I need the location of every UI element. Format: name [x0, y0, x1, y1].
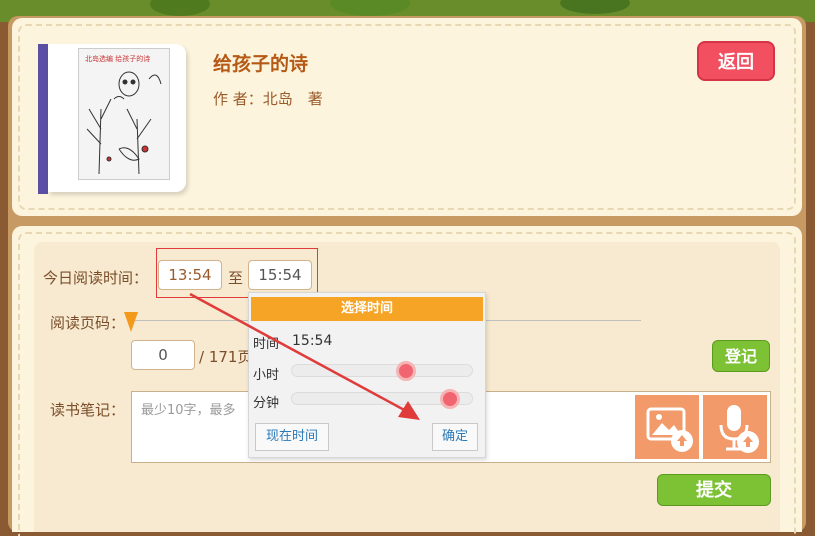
time-picker-time-label: 时间	[253, 337, 280, 352]
confirm-button[interactable]: 确定	[432, 423, 478, 451]
book-author: 作 者：北岛 著	[213, 90, 323, 108]
minute-slider-thumb[interactable]	[440, 389, 461, 409]
image-upload-button[interactable]	[635, 395, 699, 459]
cover-title: 北岛选编 给孩子的诗	[85, 55, 151, 63]
minute-label: 分钟	[253, 396, 280, 411]
hour-label: 小时	[253, 368, 280, 383]
leaf-decoration	[560, 0, 630, 14]
audio-upload-button[interactable]	[703, 395, 767, 459]
now-time-button[interactable]: 现在时间	[255, 423, 329, 451]
book-spine	[38, 44, 48, 194]
cover-drawing	[86, 71, 162, 175]
book-cover: 北岛选编 给孩子的诗	[38, 44, 188, 194]
time-picker-popup: 选择时间 时间 15:54 小时 分钟 现在时间 确定	[248, 292, 486, 458]
page-total: / 171页	[199, 348, 253, 366]
annotation-highlight-box	[156, 248, 318, 298]
page-label: 阅读页码：	[50, 314, 126, 332]
hour-slider-thumb[interactable]	[396, 361, 417, 381]
time-picker-time-value: 15:54	[292, 333, 333, 349]
microphone-upload-icon	[719, 405, 759, 453]
submit-button[interactable]: 提交	[657, 474, 771, 506]
notes-placeholder: 最少10字，最多	[141, 403, 236, 418]
time-picker-header: 选择时间	[251, 297, 483, 321]
register-button[interactable]: 登记	[712, 340, 770, 372]
book-title: 给孩子的诗	[213, 53, 309, 75]
image-upload-icon	[646, 407, 693, 452]
cover-illustration: 北岛选编 给孩子的诗	[78, 48, 170, 180]
leaf-decoration	[330, 0, 410, 16]
hour-slider-track[interactable]	[291, 364, 473, 377]
page-input[interactable]: 0	[131, 340, 195, 370]
notes-label: 读书笔记：	[50, 401, 126, 419]
back-button[interactable]: 返回	[697, 41, 775, 81]
page-slider-thumb[interactable]	[124, 312, 138, 332]
leaf-decoration	[150, 0, 210, 16]
book-cover-page: 北岛选编 给孩子的诗	[48, 44, 186, 192]
today-time-label: 今日阅读时间：	[43, 269, 149, 287]
